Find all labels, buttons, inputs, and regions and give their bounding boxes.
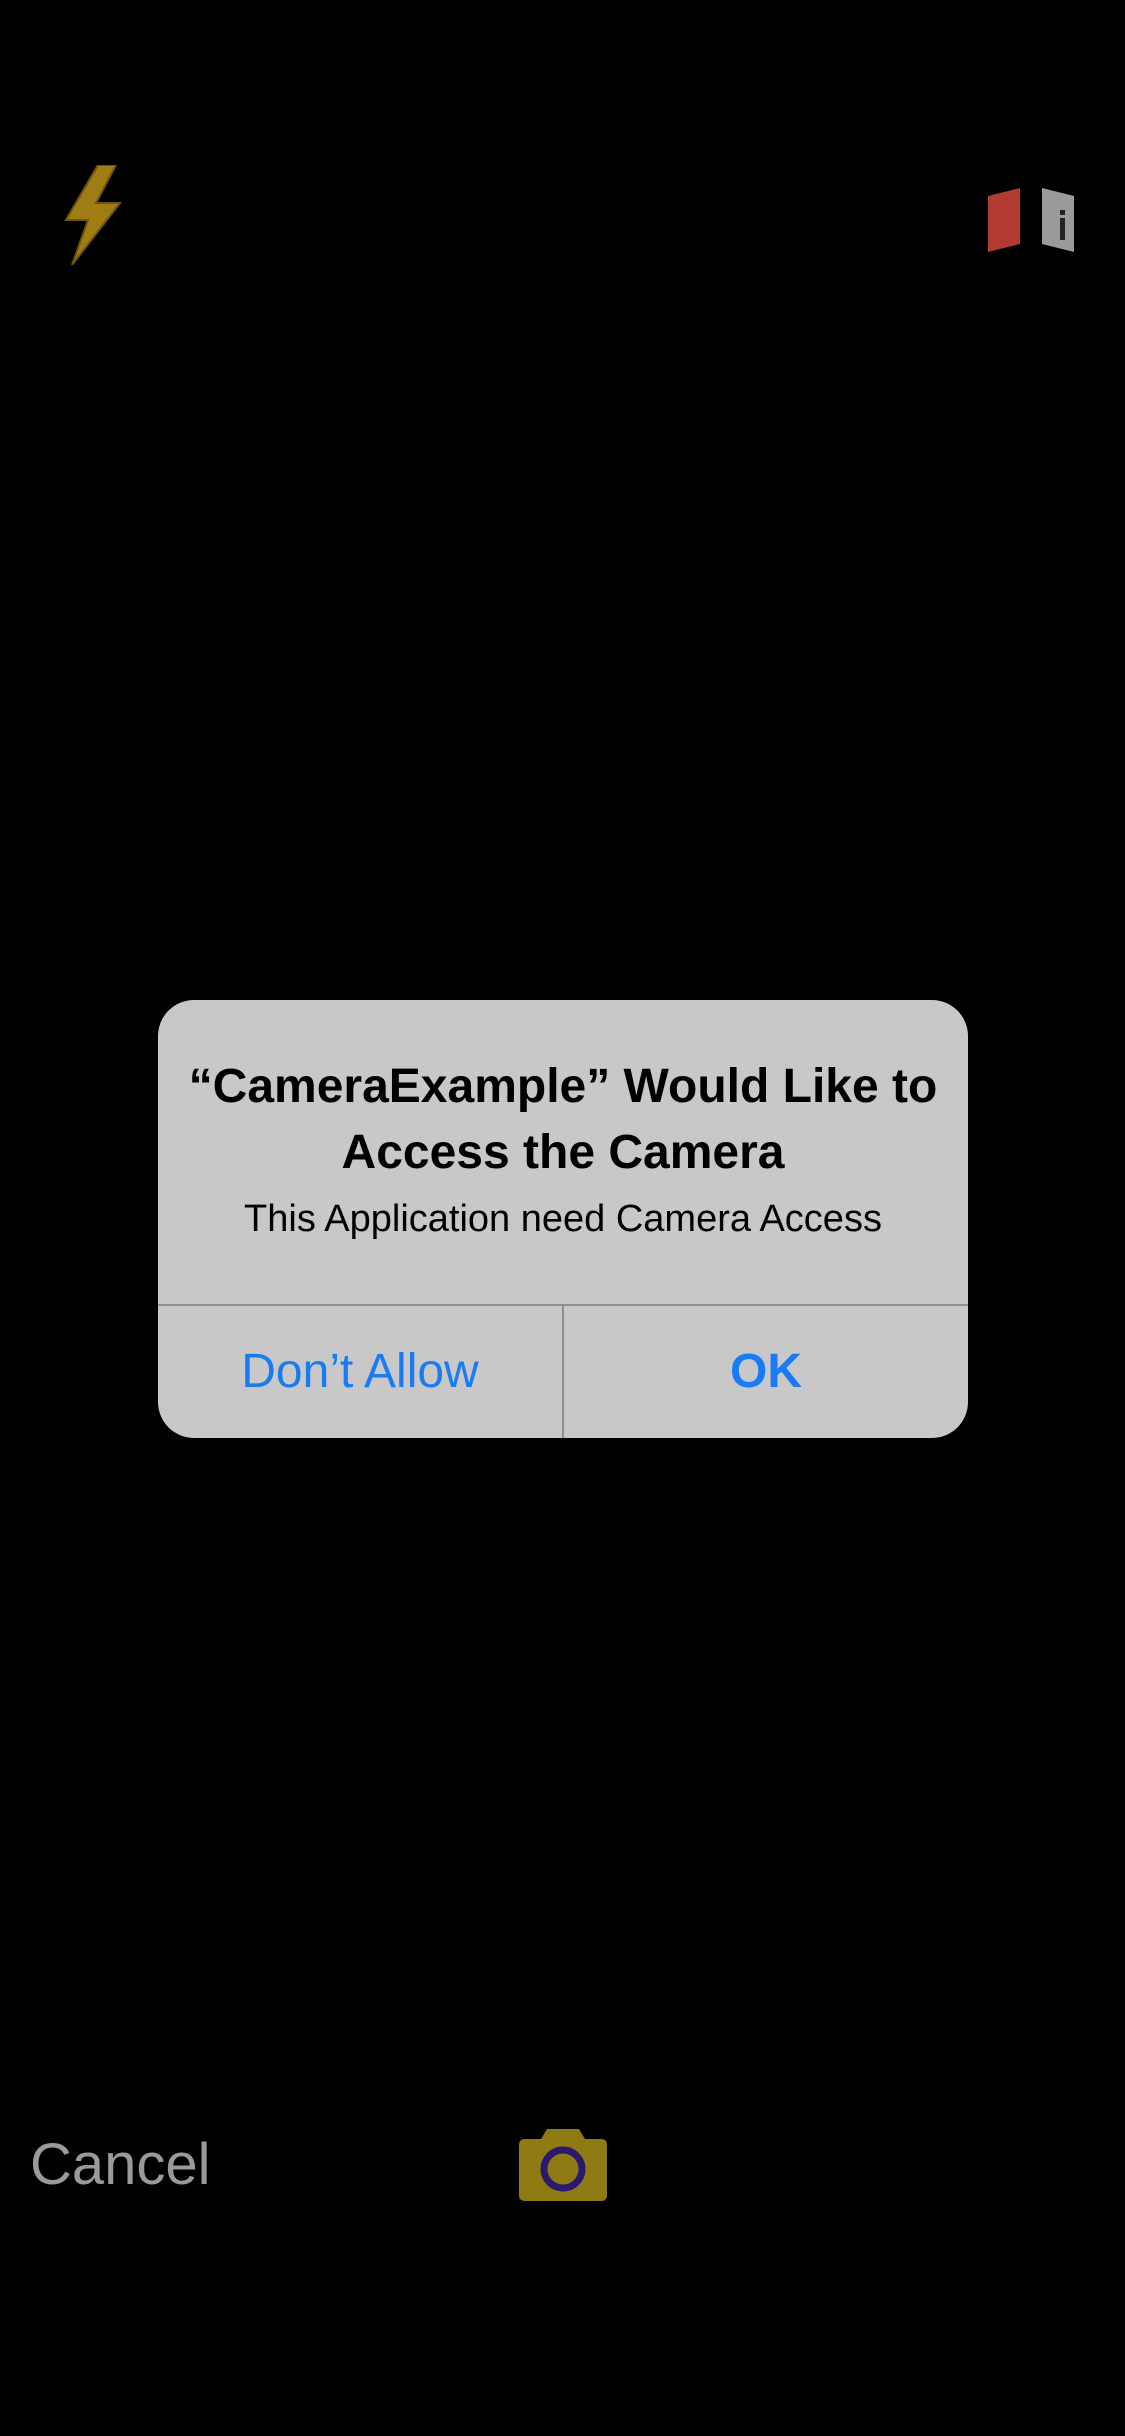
camera-screen: “CameraExample” Would Like to Access the…: [0, 0, 1125, 2436]
camera-flip-icon: [988, 188, 1074, 252]
cancel-button[interactable]: Cancel: [30, 2130, 211, 2200]
dont-allow-button[interactable]: Don’t Allow: [158, 1306, 562, 1438]
shutter-button[interactable]: [519, 2125, 607, 2201]
alert-message: This Application need Camera Access: [244, 1198, 882, 1240]
camera-flip-button[interactable]: [984, 188, 1080, 252]
alert-title: “CameraExample” Would Like to Access the…: [188, 1060, 938, 1179]
alert-body: “CameraExample” Would Like to Access the…: [158, 1000, 968, 1304]
permission-alert: “CameraExample” Would Like to Access the…: [158, 1000, 968, 1438]
camera-shutter-icon: [519, 2129, 607, 2201]
flash-button[interactable]: [58, 165, 128, 265]
ok-button[interactable]: OK: [564, 1306, 968, 1438]
flash-icon: [64, 165, 123, 265]
